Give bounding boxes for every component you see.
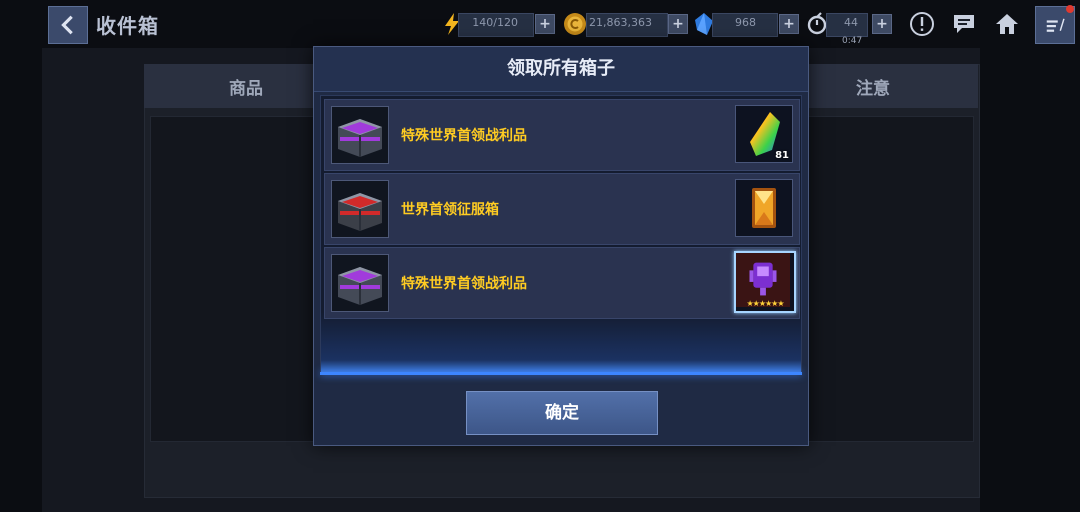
page-title: 收件箱	[96, 14, 159, 38]
confirm-button[interactable]: 确定	[466, 391, 658, 435]
item-label: 世界首领征服箱	[401, 202, 499, 218]
list-item: 世界首领征服箱	[324, 173, 800, 245]
alert-button[interactable]	[908, 10, 936, 38]
crystal-value: 968	[735, 16, 756, 29]
exclamation-icon	[910, 12, 934, 36]
energy-value: 140/120	[472, 16, 518, 29]
column-notice: 注意	[856, 79, 890, 99]
column-goods: 商品	[229, 79, 263, 99]
chest-purple-icon	[331, 106, 389, 164]
list-glow	[321, 312, 801, 372]
dialog-title: 领取所有箱子	[314, 47, 808, 92]
back-button[interactable]	[48, 6, 88, 44]
gold-plus-button[interactable]: +	[668, 14, 688, 34]
chest-purple-icon	[331, 254, 389, 312]
notification-dot	[1066, 5, 1074, 13]
item-label: 特殊世界首领战利品	[401, 276, 527, 292]
chest-red-icon	[331, 180, 389, 238]
rainbow-crystal-icon[interactable]: 81	[735, 105, 793, 163]
stamina-timer: 0:47	[842, 36, 863, 46]
glow-divider	[320, 372, 802, 375]
chat-button[interactable]	[950, 10, 978, 38]
reward-list: 特殊世界首领战利品 81 世界首领征服箱 特殊世界首领战利品 ★★★★★★	[320, 95, 802, 373]
crystal-plus-button[interactable]: +	[779, 14, 799, 34]
chevron-left-icon	[61, 15, 73, 35]
list-item: 特殊世界首领战利品 ★★★★★★	[324, 247, 800, 319]
list-item: 特殊世界首领战利品 81	[324, 99, 800, 171]
home-button[interactable]	[993, 10, 1021, 38]
item-label: 特殊世界首领战利品	[401, 128, 527, 144]
star-rating: ★★★★★★	[746, 299, 784, 308]
gold-gem-icon[interactable]	[735, 179, 793, 237]
home-icon	[996, 14, 1018, 34]
gold-coin-icon	[564, 13, 586, 35]
menu-icon	[1046, 18, 1065, 32]
stamina-value: 44	[844, 16, 858, 29]
chat-icon	[954, 15, 974, 33]
reward-count: 81	[775, 150, 789, 161]
purple-module-icon[interactable]: ★★★★★★	[734, 251, 796, 313]
energy-plus-button[interactable]: +	[535, 14, 555, 34]
stamina-icon	[807, 12, 827, 35]
gold-value: 21,863,363	[589, 16, 652, 29]
top-bar: 收件箱 140/120 + 21,863,363 + 968 + 44 0:47…	[0, 0, 1080, 48]
claim-all-dialog: 领取所有箱子 特殊世界首领战利品 81 世界首领征服箱 特殊世界首领战利品 ★★…	[313, 46, 809, 446]
stamina-plus-button[interactable]: +	[872, 14, 892, 34]
